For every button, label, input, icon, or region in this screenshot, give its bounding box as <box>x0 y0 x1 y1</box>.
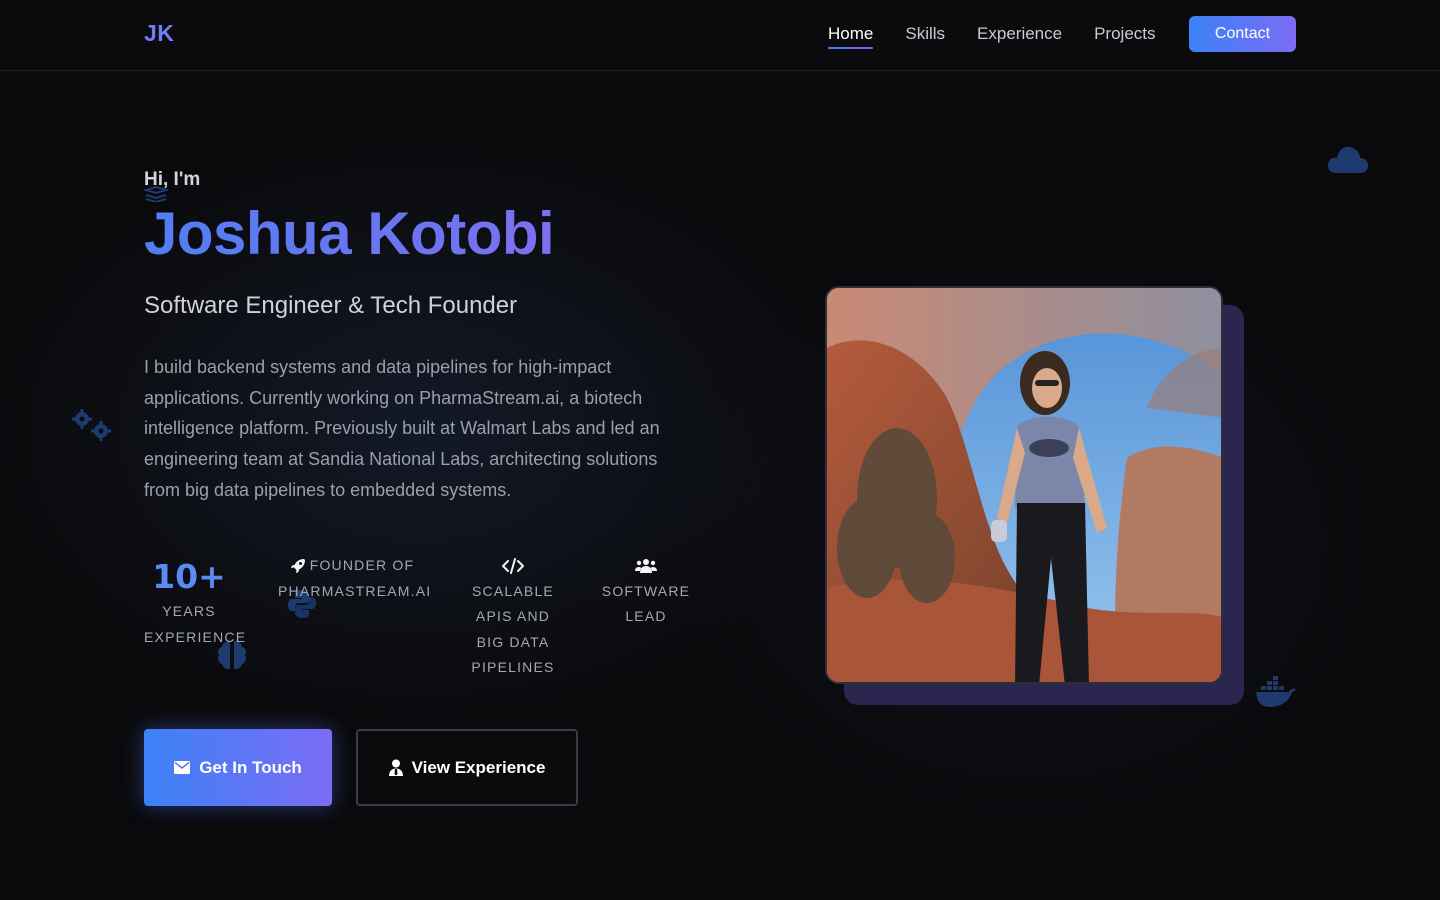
hero-bio: I build backend systems and data pipelin… <box>144 357 660 500</box>
stat-years-value: 10+ <box>152 557 226 596</box>
nav-link-experience[interactable]: Experience <box>977 24 1062 48</box>
code-icon <box>502 558 524 575</box>
stat-label-line: PIPELINES <box>471 659 555 675</box>
docker-icon <box>1256 676 1296 707</box>
get-in-touch-label: Get In Touch <box>199 757 302 777</box>
envelope-icon <box>174 761 191 774</box>
hero-name: Joshua Kotobi <box>144 200 555 267</box>
view-experience-button[interactable]: View Experience <box>356 729 578 806</box>
stat-founder: FOUNDER OF PHARMASTREAM.AI <box>278 553 432 604</box>
stat-label-line: BIG DATA <box>476 633 550 650</box>
view-experience-label: View Experience <box>411 757 546 777</box>
get-in-touch-button[interactable]: Get In Touch <box>144 729 332 806</box>
stat-scalable-apis: SCALABLE APIS AND BIG DATA PIPELINES <box>465 553 561 681</box>
stat-label-line: PHARMASTREAM.AI <box>278 582 432 599</box>
contact-button[interactable]: Contact <box>1189 16 1296 52</box>
site-logo[interactable]: JK <box>144 20 174 47</box>
stat-software-lead: SOFTWARE LEAD <box>600 553 692 630</box>
stat-years-experience: 10+ YEARS EXPERIENCE <box>144 555 247 650</box>
stat-label-line: LEAD <box>625 608 667 624</box>
user-tie-icon <box>388 759 403 776</box>
profile-photo <box>825 286 1223 684</box>
stat-label-line: SOFTWARE <box>601 582 691 599</box>
cloud-icon <box>1327 146 1369 173</box>
nav-link-skills[interactable]: Skills <box>905 24 945 48</box>
stat-users-icon-row <box>600 553 692 579</box>
stat-code-icon-row <box>465 553 561 579</box>
profile-photo-illustration <box>827 288 1221 682</box>
stat-label-line: YEARS <box>162 603 216 619</box>
nav-links: Home Skills Experience Projects <box>828 24 1156 49</box>
stat-founder-line-1: FOUNDER OF <box>278 553 426 579</box>
stat-label-line: EXPERIENCE <box>144 628 247 645</box>
stat-label-line: SCALABLE <box>472 582 554 599</box>
stats-row: 10+ YEARS EXPERIENCE FOUNDER OF PHARMAST… <box>144 555 704 685</box>
hero-subtitle: Software Engineer & Tech Founder <box>144 292 518 319</box>
nav-link-projects[interactable]: Projects <box>1094 24 1155 48</box>
stat-label-line: APIS AND <box>475 608 551 624</box>
gears-icon <box>72 409 111 441</box>
top-navbar: JK Home Skills Experience Projects Conta… <box>0 0 1440 71</box>
nav-link-home[interactable]: Home <box>828 24 874 49</box>
users-icon <box>635 559 657 574</box>
hero-greeting: Hi, I'm <box>144 169 201 190</box>
stat-label-line: FOUNDER OF <box>309 557 415 573</box>
rocket-icon <box>290 559 305 574</box>
